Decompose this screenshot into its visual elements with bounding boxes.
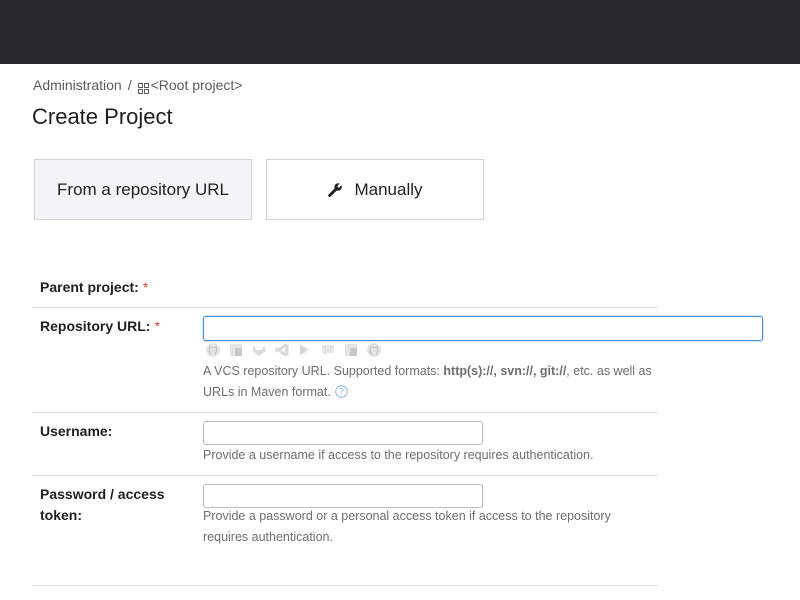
divider	[32, 412, 659, 413]
divider	[32, 585, 659, 586]
help-icon[interactable]: ?	[335, 384, 348, 398]
password-hint: Provide a password or a personal access …	[203, 509, 611, 544]
top-navigation-bar	[0, 0, 800, 64]
gitlab-icon[interactable]	[251, 342, 269, 358]
vcs-hosting-icons	[205, 342, 384, 358]
parent-project-label: Parent project: *	[40, 277, 148, 298]
breadcrumb-root-project-link[interactable]: <Root project>	[151, 77, 243, 93]
username-hint: Provide a username if access to the repo…	[203, 448, 594, 462]
visual-studio-icon[interactable]	[274, 342, 292, 358]
username-label: Username:	[40, 423, 113, 439]
azure-devops-icon[interactable]	[297, 342, 315, 358]
repository-url-label: Repository URL: *	[40, 316, 160, 337]
project-icon	[137, 81, 149, 94]
required-mark: *	[154, 318, 160, 334]
breadcrumb: Administration / <Root project>	[33, 77, 243, 94]
username-input[interactable]	[203, 421, 483, 445]
breadcrumb-administration-link[interactable]: Administration	[33, 77, 122, 93]
supported-formats: http(s)://, svn://, git://	[443, 364, 567, 378]
divider	[32, 307, 659, 308]
wrench-icon	[327, 182, 343, 198]
hint-text: A VCS repository URL. Supported formats:	[203, 364, 444, 378]
bitbucket-server-icon[interactable]	[343, 342, 361, 358]
tab-label: Manually	[354, 179, 423, 199]
github-icon[interactable]	[205, 342, 223, 358]
tab-label: From a repository URL	[57, 179, 229, 199]
bitbucket-icon[interactable]	[228, 342, 246, 358]
tab-manually[interactable]: Manually	[266, 159, 484, 220]
svg-text:?: ?	[339, 387, 344, 397]
parent-project-label-text: Parent project:	[40, 279, 139, 295]
repository-url-input[interactable]	[203, 316, 763, 341]
password-label: Password / access token:	[40, 486, 165, 523]
required-mark: *	[142, 279, 149, 295]
github-enterprise-icon[interactable]	[366, 342, 384, 358]
page-title: Create Project	[32, 104, 173, 129]
space-icon[interactable]	[320, 342, 338, 358]
divider	[32, 475, 659, 476]
password-input[interactable]	[203, 484, 483, 508]
breadcrumb-separator: /	[127, 77, 132, 93]
tab-from-repository-url[interactable]: From a repository URL	[34, 159, 252, 220]
repository-url-label-text: Repository URL:	[40, 318, 151, 334]
repository-url-hint: A VCS repository URL. Supported formats:…	[203, 361, 659, 403]
